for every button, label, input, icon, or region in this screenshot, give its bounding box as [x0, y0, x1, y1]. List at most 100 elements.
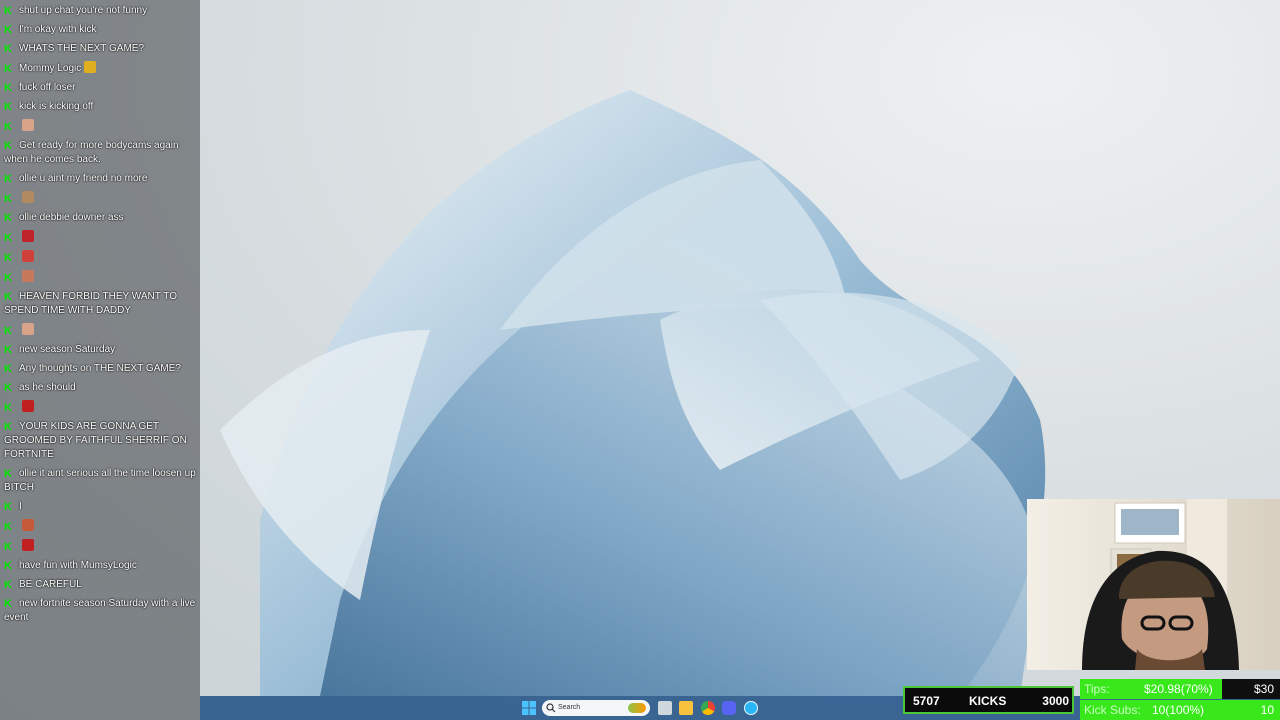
chat-text: Any thoughts on THE NEXT GAME?	[19, 363, 181, 374]
kicks-label: KICKS	[969, 694, 1007, 708]
chat-message: K BE CAREFUL	[0, 578, 200, 592]
subs-row: Kick Subs: 10(100%) 10	[1080, 700, 1280, 720]
chat-text: Mommy Logic	[19, 63, 82, 74]
chat-message: K	[0, 539, 200, 554]
chat-message: Knew fortnite season Saturday with a liv…	[0, 597, 200, 625]
windows-logo-icon	[522, 701, 536, 715]
kick-badge-icon: K	[4, 363, 12, 375]
tips-row: Tips: $20.98(70%) $30	[1080, 679, 1280, 699]
subs-value: 10(100%)	[1152, 703, 1205, 717]
taskbar-search-box[interactable]: Search	[542, 700, 650, 716]
chat-text: HEAVEN FORBID THEY WANT TO SPEND TIME WI…	[4, 291, 177, 316]
chat-text: new season Saturday	[19, 344, 116, 355]
kick-badge-icon: K	[4, 291, 12, 303]
subs-label: Kick Subs:	[1084, 703, 1141, 717]
kick-badge-icon: K	[4, 121, 12, 133]
chat-message: Kollie it aint serious all the time loos…	[0, 467, 200, 495]
chat-text: WHATS THE NEXT GAME?	[19, 43, 145, 54]
chat-message: K Get ready for more bodycams again when …	[0, 139, 200, 167]
chat-message: Kas he should	[0, 381, 200, 395]
kick-badge-icon: K	[4, 43, 12, 55]
emote-icon	[22, 191, 34, 203]
tips-label: Tips:	[1084, 682, 1110, 696]
chat-message: K	[0, 323, 200, 338]
chat-text: ollie debbie downer ass	[19, 212, 124, 223]
chat-message: Kfuck off loser	[0, 81, 200, 95]
discord-icon[interactable]	[722, 701, 736, 715]
chat-text: kick is kicking off	[19, 101, 94, 112]
tips-goal: $30	[1253, 682, 1274, 696]
chat-message: Kollie debbie downer ass	[0, 211, 200, 225]
kick-badge-icon: K	[4, 421, 12, 433]
chat-message: Kkick is kicking off	[0, 100, 200, 114]
face-emote-icon	[22, 323, 34, 335]
chat-text: shut up chat you're not funny	[19, 5, 148, 16]
kick-badge-icon: K	[4, 579, 12, 591]
subs-goal: 10	[1260, 703, 1274, 717]
kick-badge-icon: K	[4, 272, 12, 284]
kicks-goal-bar: 5707 KICKS 3000	[903, 686, 1074, 714]
search-label: Search	[558, 704, 581, 711]
webcam-image	[1082, 499, 1239, 670]
start-button[interactable]	[522, 701, 536, 715]
emote-icon	[22, 250, 34, 262]
chat-text: YOUR KIDS ARE GONNA GET GROOMED BY FAITH…	[4, 421, 187, 460]
chat-message: K	[0, 400, 200, 415]
task-view-icon[interactable]	[658, 701, 672, 715]
kick-badge-icon: K	[4, 252, 12, 264]
face-emote-icon	[22, 119, 34, 131]
file-explorer-icon[interactable]	[679, 701, 693, 715]
chat-text: as he should	[19, 382, 76, 393]
kick-badge-icon: K	[4, 325, 12, 337]
chat-message: K HEAVEN FORBID THEY WANT TO SPEND TIME W…	[0, 290, 200, 318]
chat-message: K	[0, 270, 200, 285]
emote-icon	[22, 270, 34, 282]
search-highlight-icon	[628, 703, 646, 713]
kick-badge-icon: K	[4, 173, 12, 185]
kick-badge-icon: K	[4, 541, 12, 553]
kick-badge-icon: K	[4, 560, 12, 572]
support-goals-panel: Tips: $20.98(70%) $30 Kick Subs: 10(100%…	[1080, 679, 1280, 720]
chat-message: K YOUR KIDS ARE GONNA GET GROOMED BY FAIT…	[0, 420, 200, 462]
chat-message: K Any thoughts on THE NEXT GAME?	[0, 362, 200, 376]
kick-badge-icon: K	[4, 140, 12, 152]
kick-badge-icon: K	[4, 232, 12, 244]
app-icon[interactable]	[744, 701, 758, 715]
kick-badge-icon: K	[4, 101, 12, 113]
chat-text: I'm okay with kick	[19, 24, 97, 35]
chat-message: K	[0, 191, 200, 206]
chat-text: fuck off loser	[19, 82, 76, 93]
kick-badge-icon: K	[4, 402, 12, 414]
chat-text: ollie it aint serious all the time loose…	[4, 468, 196, 493]
kicks-goal: 3000	[1042, 694, 1069, 708]
kick-badge-icon: K	[4, 344, 12, 356]
chat-message: Kollie u aint my friend no more	[0, 172, 200, 186]
kick-badge-icon: K	[4, 468, 12, 480]
kick-badge-icon: K	[4, 82, 12, 94]
chat-message: Khave fun with MumsyLogic	[0, 559, 200, 573]
kick-badge-icon: K	[4, 598, 12, 610]
devil-emote-icon	[22, 539, 34, 551]
emote-icon	[22, 230, 34, 242]
chat-message: K	[0, 230, 200, 245]
chat-message: K	[0, 250, 200, 265]
webcam-feed	[1027, 499, 1280, 670]
tips-value: $20.98(70%)	[1144, 682, 1213, 696]
kick-badge-icon: K	[4, 5, 12, 17]
kicks-current: 5707	[913, 694, 940, 708]
chat-text: have fun with MumsyLogic	[19, 560, 137, 571]
chrome-icon[interactable]	[701, 701, 715, 715]
kick-badge-icon: K	[4, 382, 12, 394]
kick-badge-icon: K	[4, 521, 12, 533]
tips-goal-box: $30	[1222, 679, 1280, 699]
emote-icon	[22, 519, 34, 531]
chat-message: KI	[0, 500, 200, 514]
kick-badge-icon: K	[4, 63, 12, 75]
chat-message: Knew season Saturday	[0, 343, 200, 357]
chat-message: K	[0, 119, 200, 134]
chat-message: K WHATS THE NEXT GAME?	[0, 42, 200, 56]
kick-badge-icon: K	[4, 24, 12, 36]
chat-text: new fortnite season Saturday with a live…	[4, 598, 196, 623]
devil-emote-icon	[22, 400, 34, 412]
kick-badge-icon: K	[4, 501, 12, 513]
